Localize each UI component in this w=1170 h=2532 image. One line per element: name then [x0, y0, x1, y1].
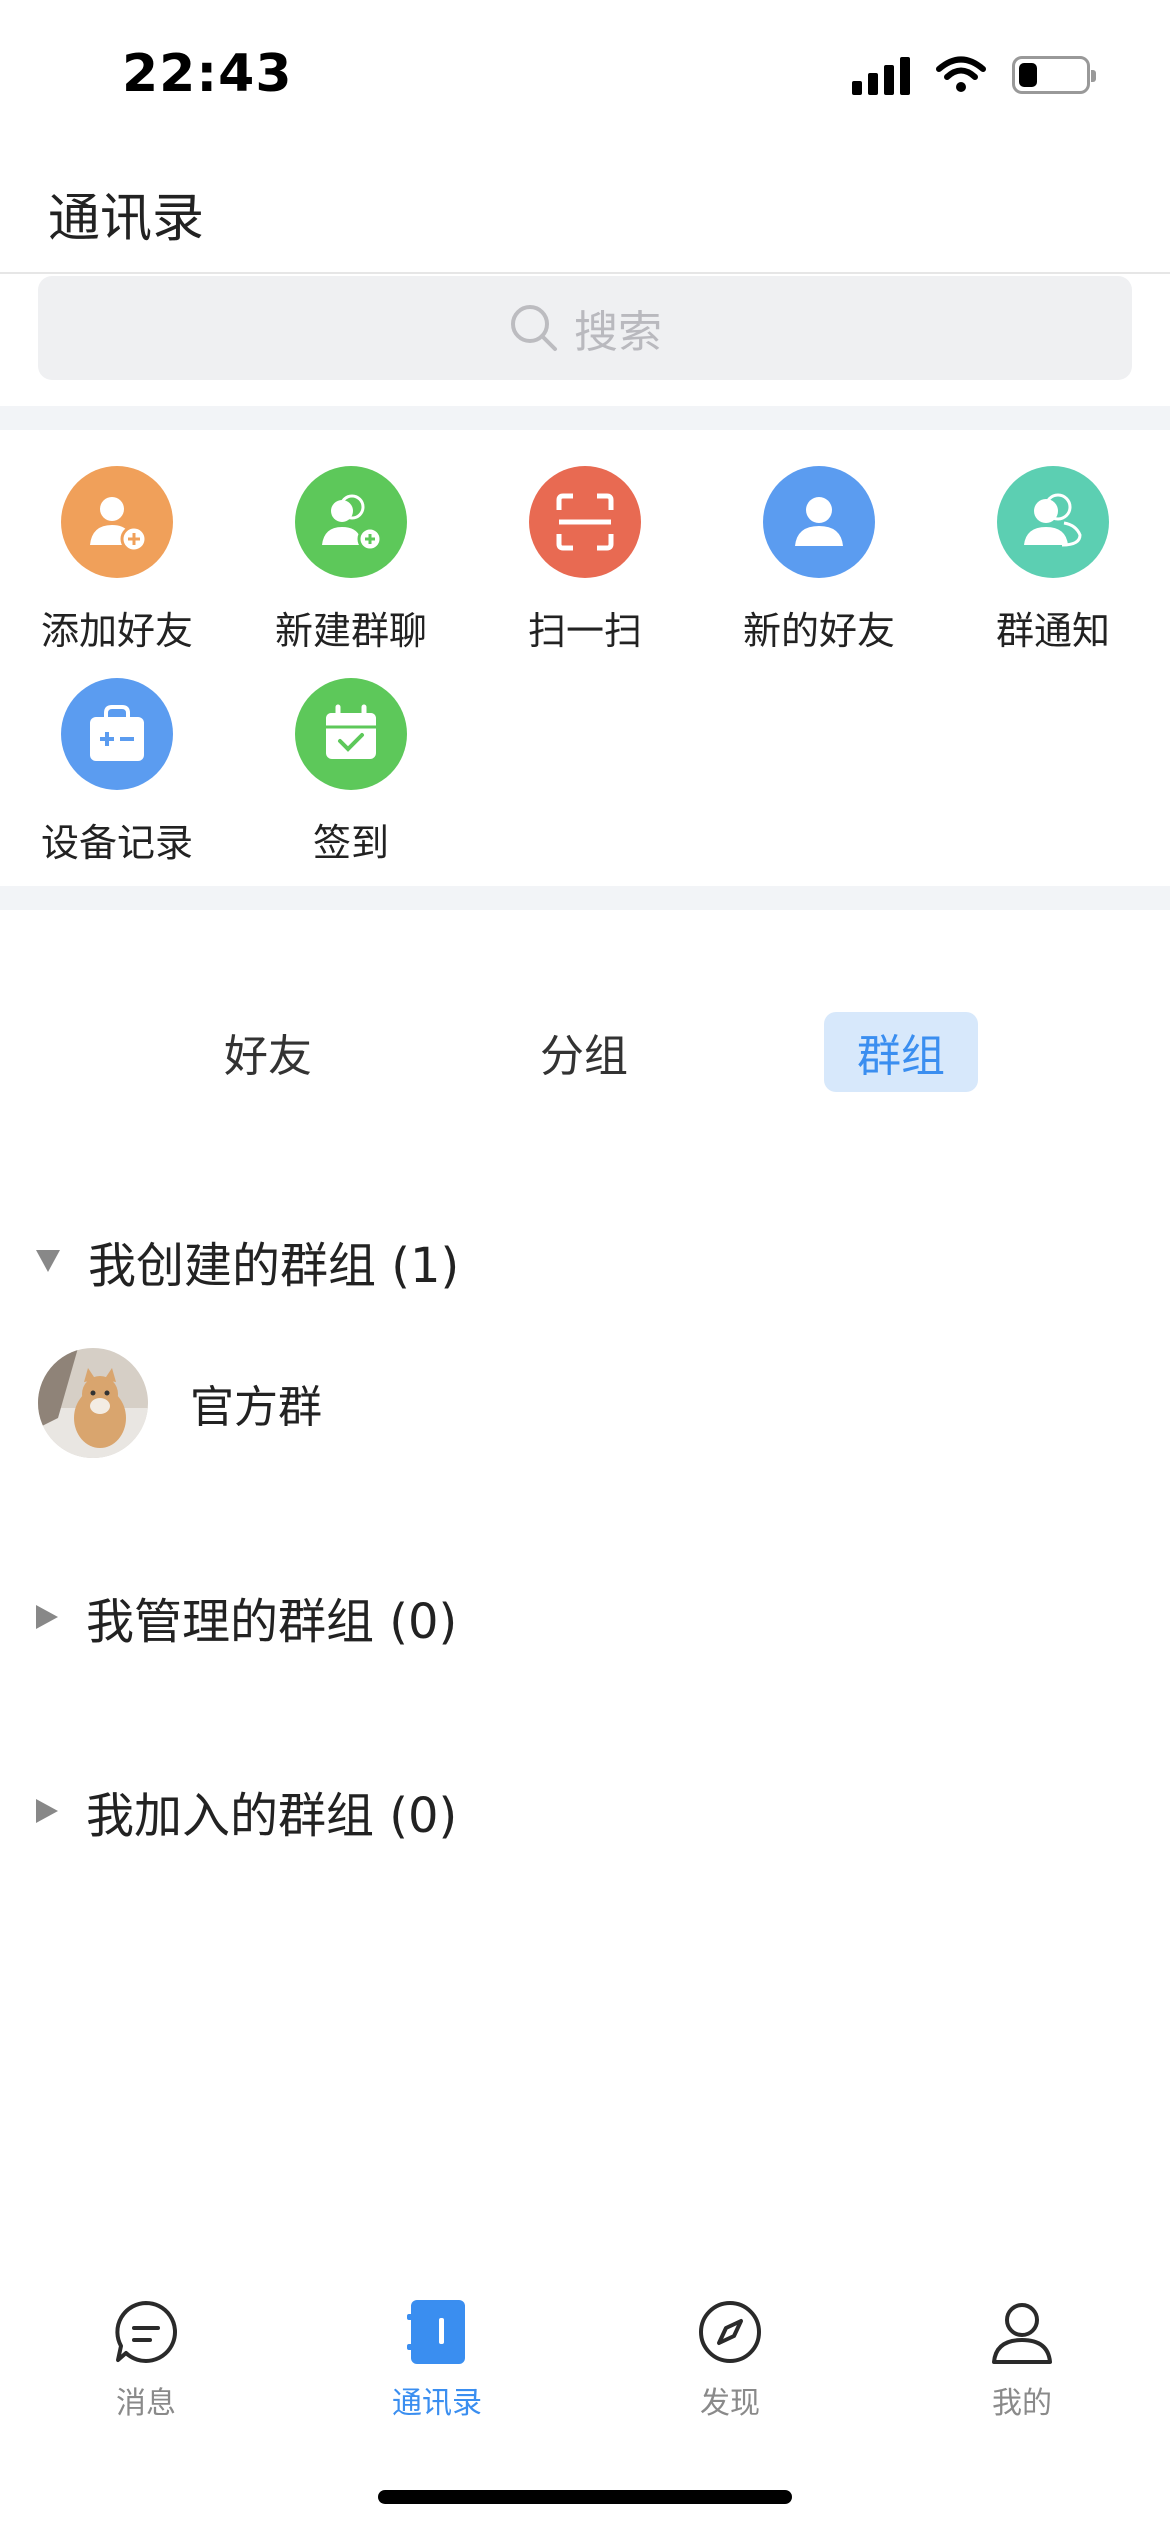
wifi-icon [936, 56, 986, 92]
section-joined-groups-label: 我加入的群组 (0) [86, 1788, 458, 1844]
group-notice-button[interactable]: 群通知 [953, 466, 1153, 655]
battery-level [1019, 63, 1037, 87]
new-friend-icon [763, 466, 875, 578]
expand-triangle-icon [36, 1605, 58, 1629]
section-created-groups-label: 我创建的群组 (1) [88, 1238, 460, 1294]
check-in-icon [295, 678, 407, 790]
tab-categories[interactable]: 分组 [516, 1012, 652, 1092]
nav-discover[interactable]: 发现 [640, 2296, 820, 2422]
section-created-groups[interactable]: 我创建的群组 (1) [36, 1226, 459, 1296]
add-friend-label: 添加好友 [40, 609, 193, 653]
status-icons [852, 55, 1096, 95]
search-icon [511, 305, 557, 351]
add-friend-icon [61, 466, 173, 578]
section-divider [0, 886, 1170, 910]
status-time: 22:43 [122, 44, 293, 104]
nav-messages[interactable]: 消息 [56, 2296, 236, 2422]
scan-button[interactable]: 扫一扫 [485, 466, 685, 655]
new-group-chat-label: 新建群聊 [274, 609, 427, 653]
section-joined-groups[interactable]: 我加入的群组 (0) [36, 1776, 457, 1846]
device-record-button[interactable]: 设备记录 [17, 678, 217, 867]
nav-messages-label: 消息 [116, 2386, 176, 2421]
new-friend-label: 新的好友 [742, 609, 895, 653]
status-bar: 22:43 [0, 0, 1170, 150]
header-divider [0, 272, 1170, 274]
new-friend-button[interactable]: 新的好友 [719, 466, 919, 655]
group-notice-label: 群通知 [995, 609, 1110, 653]
check-in-label: 签到 [312, 821, 389, 865]
home-indicator [378, 2490, 792, 2504]
new-group-chat-button[interactable]: 新建群聊 [251, 466, 451, 655]
tab-groups[interactable]: 群组 [824, 1012, 978, 1092]
cellular-signal-icon [852, 55, 910, 95]
compass-icon [694, 2296, 766, 2368]
group-notice-icon [997, 466, 1109, 578]
device-record-icon [61, 678, 173, 790]
contacts-icon [401, 2296, 473, 2368]
scan-label: 扫一扫 [527, 609, 642, 653]
new-group-chat-icon [295, 466, 407, 578]
avatar [38, 1348, 148, 1458]
battery-icon [1012, 56, 1096, 94]
nav-contacts[interactable]: 通讯录 [347, 2296, 527, 2422]
nav-contacts-label: 通讯录 [392, 2386, 482, 2421]
device-record-label: 设备记录 [40, 821, 193, 865]
list-item[interactable]: 官方群 [38, 1348, 322, 1458]
message-icon [110, 2296, 182, 2368]
nav-profile-label: 我的 [992, 2386, 1052, 2421]
nav-discover-label: 发现 [700, 2386, 760, 2421]
expand-triangle-icon [36, 1799, 58, 1823]
check-in-button[interactable]: 签到 [251, 678, 451, 867]
nav-profile[interactable]: 我的 [932, 2296, 1112, 2422]
section-managed-groups[interactable]: 我管理的群组 (0) [36, 1582, 457, 1652]
tab-friends[interactable]: 好友 [200, 1012, 336, 1092]
search-input[interactable]: 搜索 [38, 276, 1132, 380]
group-name: 官方群 [190, 1382, 322, 1433]
profile-icon [986, 2296, 1058, 2368]
section-divider [0, 406, 1170, 430]
search-placeholder: 搜索 [574, 307, 662, 358]
page-title: 通讯录 [48, 189, 205, 249]
scan-icon [529, 466, 641, 578]
add-friend-button[interactable]: 添加好友 [17, 466, 217, 655]
collapse-triangle-icon [36, 1250, 60, 1272]
section-managed-groups-label: 我管理的群组 (0) [86, 1594, 458, 1650]
